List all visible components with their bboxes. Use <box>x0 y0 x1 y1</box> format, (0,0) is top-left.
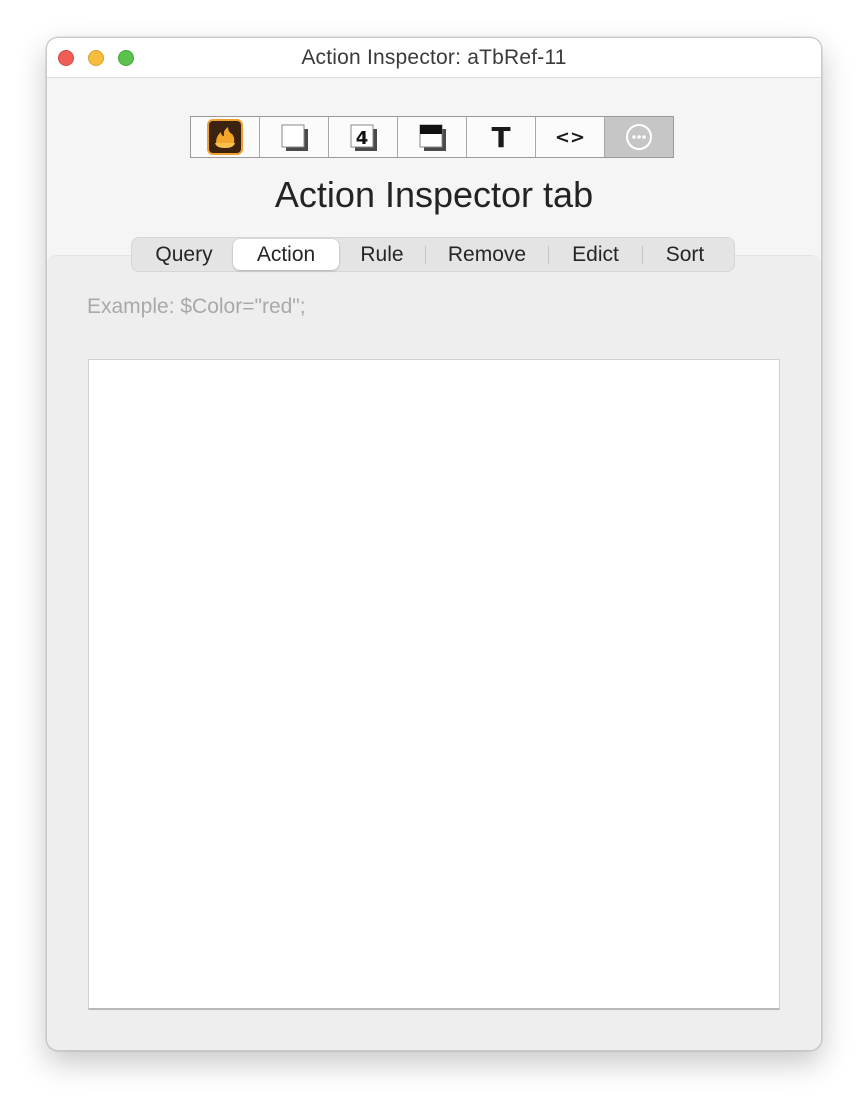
inspector-tab-bar: Query Action Rule Remove Edict Sort <box>131 237 735 272</box>
text-T-icon: T <box>491 121 510 154</box>
window-title: Action Inspector: aTbRef-11 <box>301 46 567 69</box>
toolbar-properties-button[interactable]: 4 <box>329 117 398 157</box>
toolbar-text-button[interactable]: T <box>467 117 536 157</box>
tab-query[interactable]: Query <box>135 239 233 270</box>
toolbar-action-button[interactable] <box>191 117 260 157</box>
shadow-box-icon <box>419 124 446 151</box>
inspector-toolbar: 4 T <> <box>190 116 674 158</box>
tab-remove[interactable]: Remove <box>426 239 548 270</box>
number-4-icon: 4 <box>350 124 377 151</box>
tab-action[interactable]: Action <box>233 239 339 270</box>
toolbar-note-button[interactable] <box>260 117 329 157</box>
title-bar[interactable]: Action Inspector: aTbRef-11 <box>47 38 821 78</box>
tab-sort[interactable]: Sort <box>643 239 727 270</box>
code-icon-label: <> <box>555 127 585 148</box>
action-inspector-window: Action Inspector: aTbRef-11 4 T <> Actio… <box>46 37 822 1051</box>
inspector-heading: Action Inspector tab <box>274 174 594 215</box>
code-angle-brackets-icon: <> <box>555 127 585 148</box>
toolbar-code-button[interactable]: <> <box>536 117 605 157</box>
toolbar-more-button[interactable] <box>605 117 673 157</box>
number-4-icon-label: 4 <box>356 128 369 149</box>
tab-edict[interactable]: Edict <box>549 239 642 270</box>
toolbar-appearance-button[interactable] <box>398 117 467 157</box>
action-flame-icon <box>207 119 243 155</box>
action-code-editor[interactable] <box>88 359 780 1010</box>
action-example-placeholder: Example: $Color="red"; <box>87 295 306 318</box>
text-T-icon-label: T <box>491 121 510 154</box>
tab-rule[interactable]: Rule <box>339 239 425 270</box>
more-ellipsis-icon <box>626 124 652 150</box>
note-page-icon <box>281 124 308 151</box>
